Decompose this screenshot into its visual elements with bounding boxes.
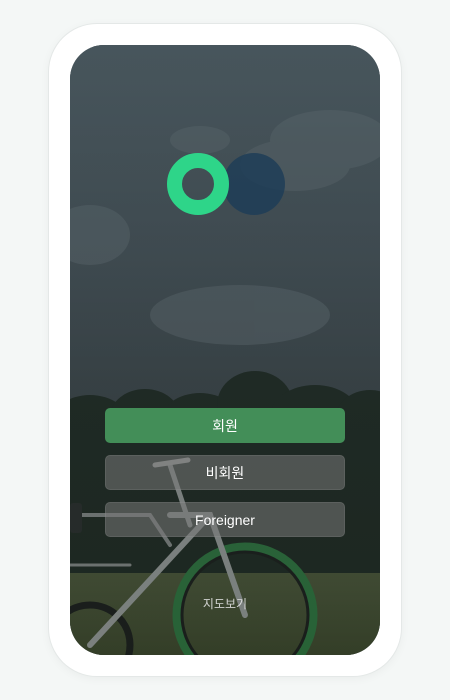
guest-login-button[interactable]: 비회원 <box>105 455 345 490</box>
member-login-button[interactable]: 회원 <box>105 408 345 443</box>
dark-overlay <box>70 45 380 655</box>
foreigner-login-button[interactable]: Foreigner <box>105 502 345 537</box>
app-logo-icon <box>167 153 285 215</box>
app-screen: 회원 비회원 Foreigner 지도보기 <box>70 45 380 655</box>
view-map-link[interactable]: 지도보기 <box>70 595 380 612</box>
